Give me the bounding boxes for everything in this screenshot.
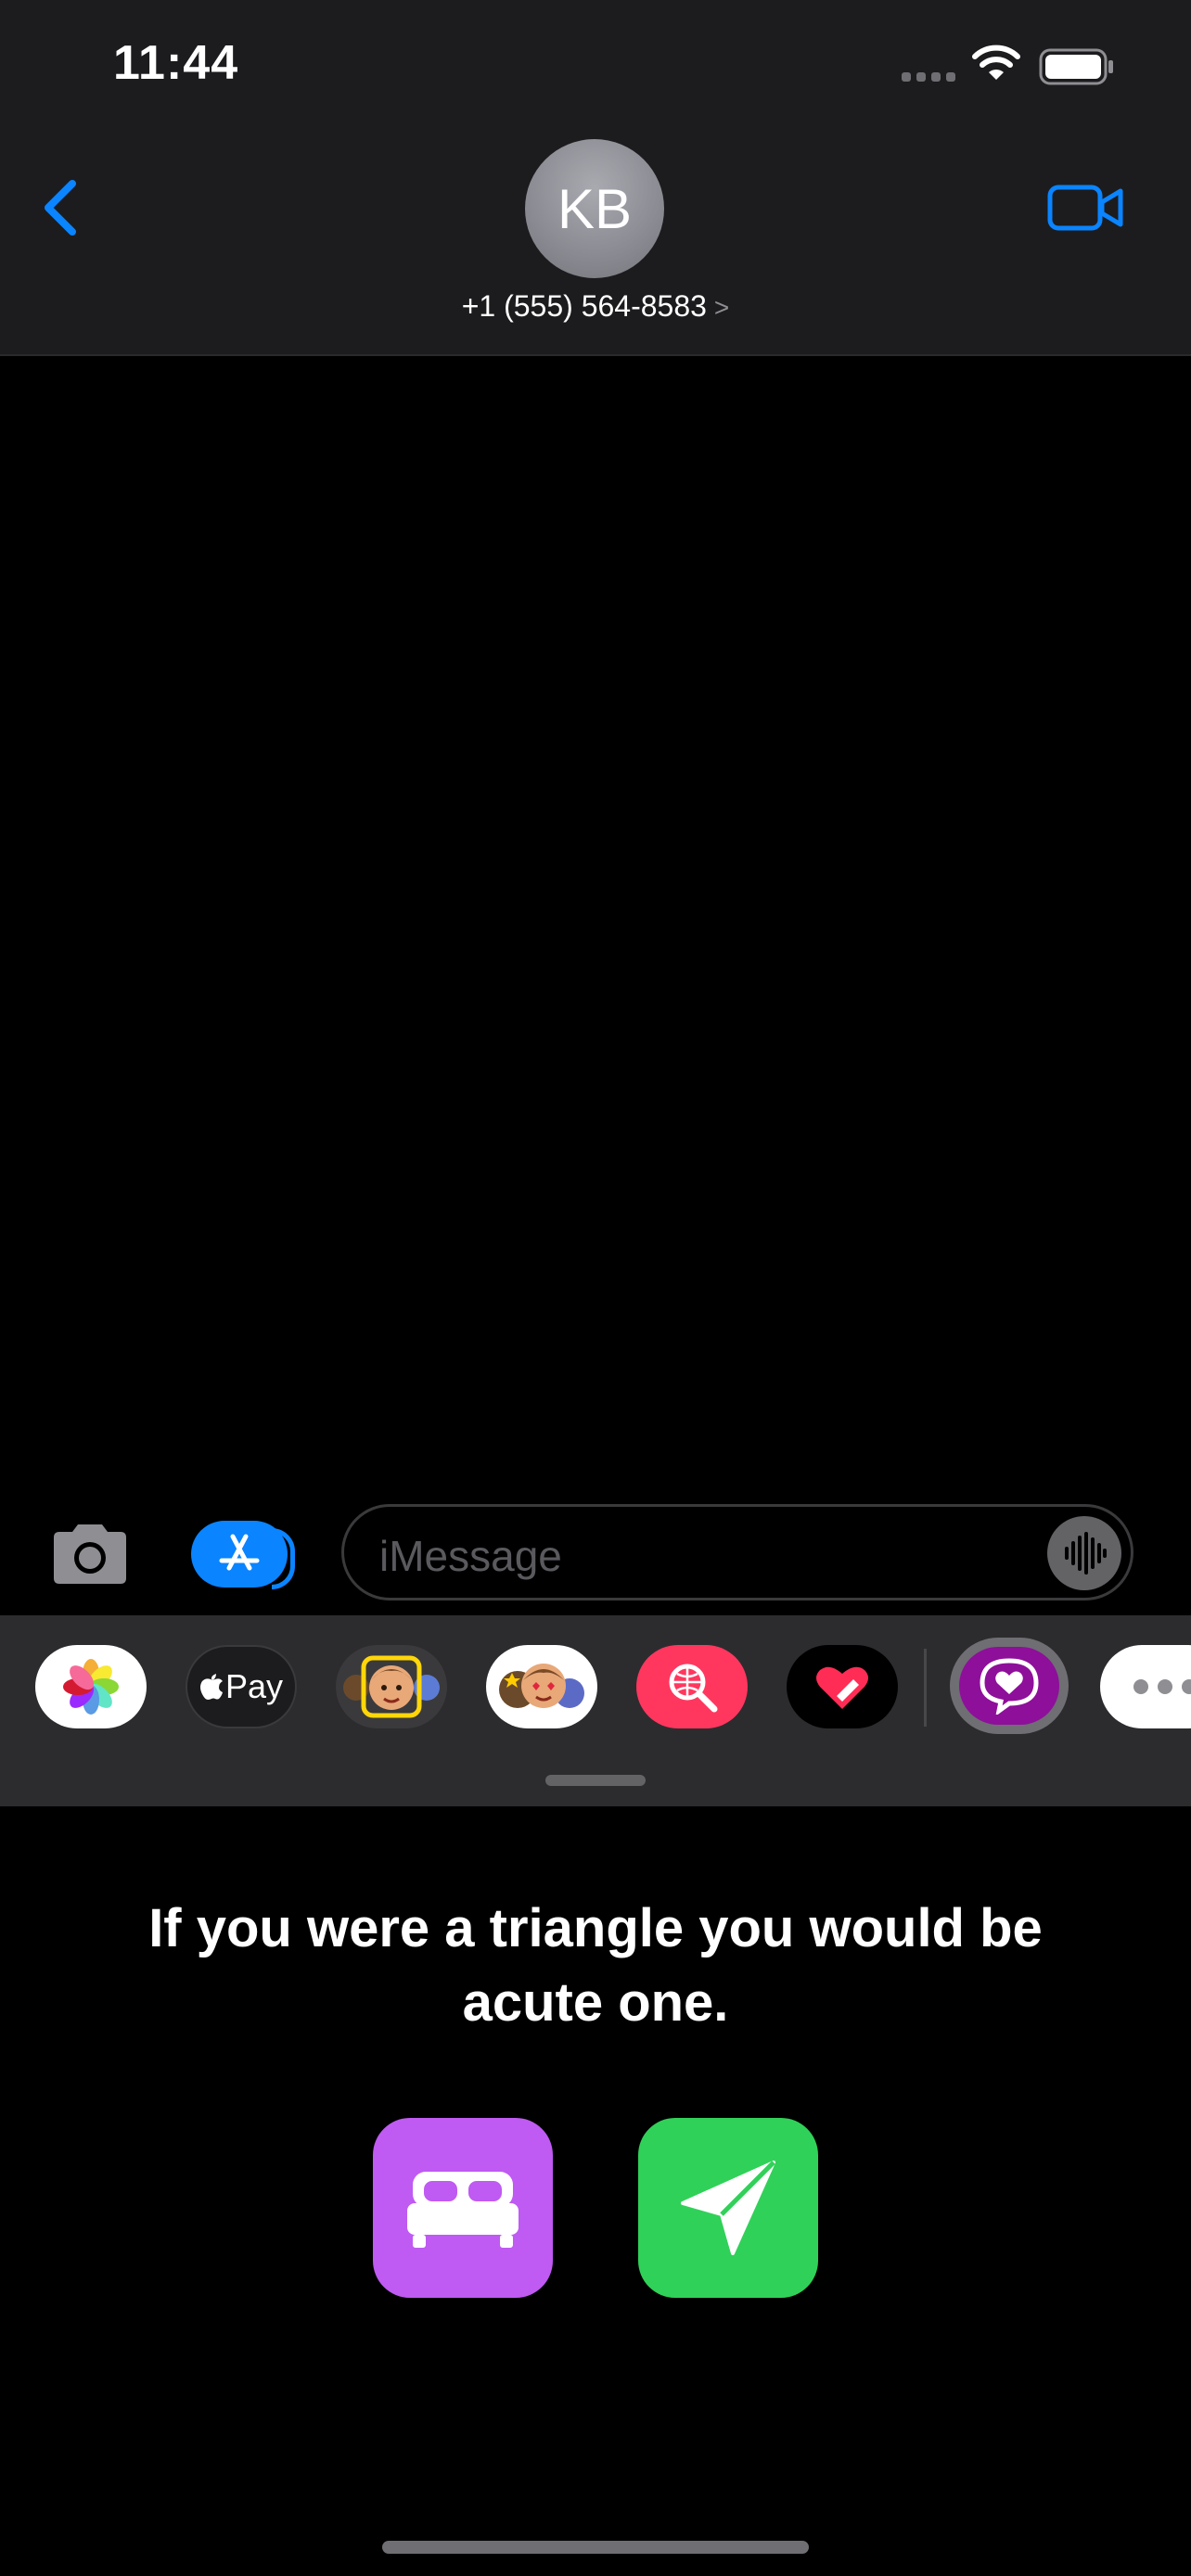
dictation-button[interactable] [1047,1516,1121,1590]
memoji-icon [343,1655,440,1718]
message-placeholder: iMessage [379,1532,562,1580]
video-camera-icon [1047,185,1123,231]
heart-bubble-icon [980,1658,1039,1715]
pickup-line-text: If you were a triangle you would be acut… [148,1898,1043,2033]
photos-app-button[interactable] [35,1645,147,1728]
more-icon [1133,1679,1191,1694]
back-button[interactable] [37,176,93,241]
more-apps-button[interactable] [1100,1645,1191,1728]
send-icon [681,2161,775,2255]
image-search-icon [669,1664,718,1713]
contact-number: +1 (555) 564-8583 [461,289,707,323]
photos-icon [63,1659,119,1715]
memoji-stickers-app-button[interactable] [486,1645,597,1728]
apple-pay-app-button[interactable]: Pay [186,1645,297,1728]
heart-bubble-app-button[interactable] [950,1638,1069,1734]
cellular-signal-icon [902,72,955,82]
drawer-grabber-handle[interactable] [545,1775,646,1786]
battery-icon [1039,48,1117,85]
message-input[interactable]: iMessage [341,1504,1133,1600]
status-time: 11:44 [113,36,239,90]
chevron-right-icon: > [713,293,730,322]
memoji-app-button[interactable] [336,1645,447,1728]
back-chevron-icon [45,180,76,236]
apple-pay-label: Pay [224,1667,284,1705]
memoji-stickers-icon [499,1664,584,1708]
camera-button[interactable] [48,1521,132,1588]
wifi-icon [970,43,1022,83]
digital-touch-app-button[interactable] [787,1645,898,1728]
image-search-app-button[interactable] [636,1645,748,1728]
apple-pay-icon [199,1674,223,1700]
bed-icon [407,2172,519,2248]
digital-touch-icon [816,1666,868,1709]
home-indicator[interactable] [382,2541,809,2554]
facetime-video-button[interactable] [1046,180,1126,236]
app-store-button[interactable] [191,1521,295,1589]
bed-button[interactable] [373,2118,553,2298]
camera-icon [54,1524,126,1584]
send-button[interactable] [638,2118,818,2298]
app-strip-divider [924,1649,927,1727]
header-divider [0,354,1191,356]
contact-avatar[interactable]: KB [525,139,664,278]
contact-details-button[interactable]: +1 (555) 564-8583 > [410,289,781,324]
waveform-icon [1065,1532,1107,1575]
imessage-app-drawer: Pay [0,1615,1191,1806]
app-store-icon [219,1534,260,1571]
